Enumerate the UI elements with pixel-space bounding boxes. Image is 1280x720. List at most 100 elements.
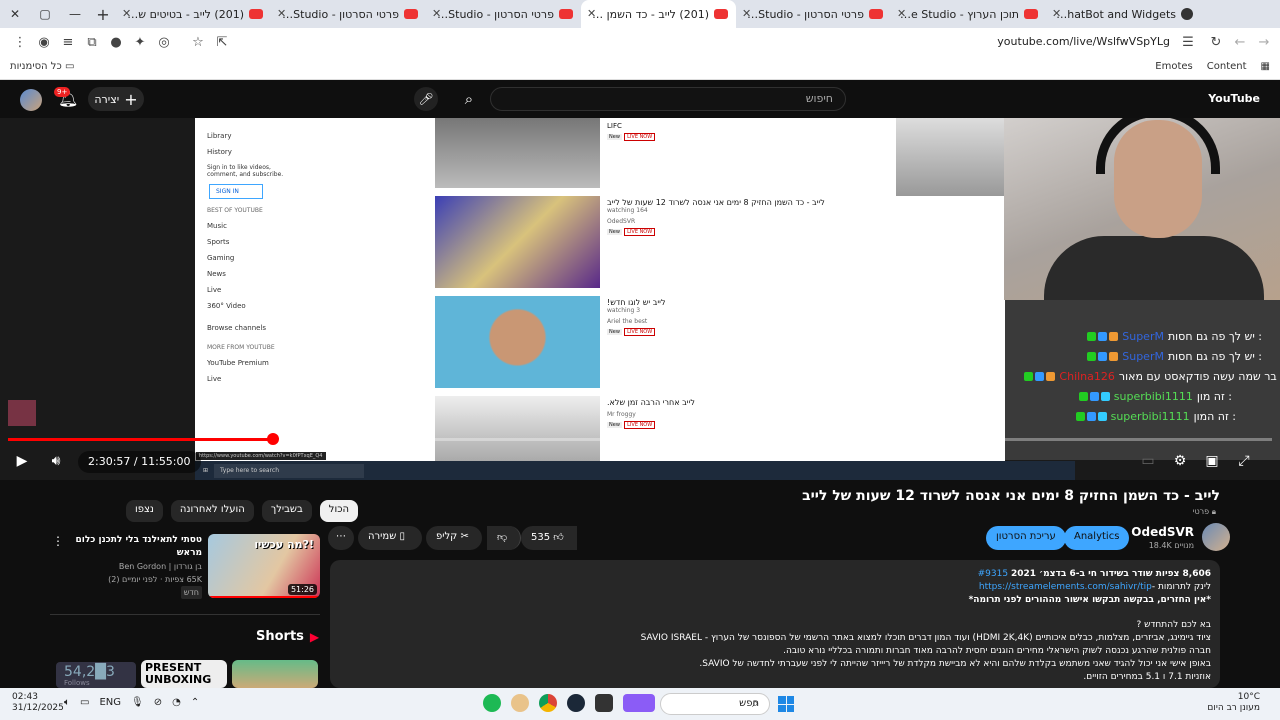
hashtag-link[interactable]: #9315 xyxy=(978,569,1008,579)
app-icon[interactable] xyxy=(511,694,529,712)
search-icon[interactable]: ⌕ xyxy=(455,86,483,112)
progress-bar[interactable] xyxy=(8,433,1272,445)
youtube-logo[interactable]: YouTube xyxy=(1208,92,1260,105)
chip-for-you[interactable]: בשבילך xyxy=(261,500,312,522)
steam-icon[interactable] xyxy=(567,694,585,712)
video-player[interactable]: Library History Sign in to like videos, … xyxy=(0,118,1280,480)
back-icon[interactable]: ← xyxy=(1228,30,1252,54)
extension-icon[interactable]: ✦ xyxy=(128,30,152,54)
suggested-channel[interactable]: בן גורדון | Ben Gordon xyxy=(52,560,202,573)
address-bar: ⋮ ◉ ≡ ⧉ ● ✦ ◎ ☆ ⇱ youtube.com/live/Wslfw… xyxy=(0,28,1280,56)
close-tab-icon[interactable]: ✕ xyxy=(897,7,906,20)
show-hidden-icon[interactable]: ⌃ xyxy=(191,697,199,708)
description-box[interactable]: 8,606 צפיות שודר בשידור חי ב-6 בדצמ׳ 202… xyxy=(330,560,1220,688)
suggested-video[interactable]: מה עכשיו?! 51:26 טסתי לתאילנד בלי לתכנן … xyxy=(50,534,320,599)
channel-name[interactable]: OdedSVR xyxy=(1131,525,1194,539)
extension-icon[interactable]: ◎ xyxy=(152,30,176,54)
bookmark-emotes[interactable]: Emotes xyxy=(1155,61,1192,72)
divider xyxy=(50,614,320,615)
more-actions-button[interactable]: ⋯ xyxy=(328,526,354,550)
like-button[interactable]: 535 👍︎ xyxy=(521,526,577,550)
avatar[interactable] xyxy=(20,89,42,111)
short-item[interactable]: PRESENT UNBOXING xyxy=(141,660,227,688)
close-tab-icon[interactable]: ✕ xyxy=(277,7,286,20)
tab-4[interactable]: ✕ פרטי הסרטון - YouTube Studio xyxy=(426,0,581,28)
chip-watched[interactable]: נצפו xyxy=(126,500,163,522)
apps-grid-icon[interactable]: ▦ xyxy=(1261,61,1270,72)
tab-0[interactable]: ✕ The best ChatBot and Widgets xyxy=(1046,0,1201,28)
extension-icon[interactable]: ● xyxy=(104,30,128,54)
create-button[interactable]: יצירה + xyxy=(88,87,144,111)
stream-signin-text: Sign in to like videos, comment, and sub… xyxy=(207,164,284,178)
suggested-title[interactable]: טסתי לתאילנד בלי לתכנן כלום מראש xyxy=(52,534,202,560)
fullscreen-icon[interactable]: ⤢ xyxy=(1234,451,1254,471)
settings-gear-icon[interactable]: ⚙ xyxy=(1170,451,1190,471)
speaker-icon[interactable]: 🔈︎ xyxy=(64,697,70,708)
play-icon[interactable]: ▶ xyxy=(12,451,32,471)
tab-3-active[interactable]: ✕ (201) לייב - כד השמן החזיק 8 ימ xyxy=(581,0,736,28)
clock[interactable]: 02:43 31/12/2025 xyxy=(12,692,64,714)
language-indicator[interactable]: ENG xyxy=(99,697,121,708)
restore-window-icon[interactable]: ▢ xyxy=(30,0,60,28)
share-icon[interactable]: ⇱ xyxy=(210,30,234,54)
subtitles-icon[interactable]: ▭ xyxy=(1138,451,1158,471)
tune-icon[interactable]: ☰ xyxy=(1176,30,1200,54)
new-tab-button[interactable]: + xyxy=(90,0,116,28)
windows-start-icon[interactable] xyxy=(778,696,794,712)
extensions-icon[interactable]: ⧉ xyxy=(80,30,104,54)
tab-6[interactable]: ✕ (201) לייב - בטיטים של האינדי xyxy=(116,0,271,28)
windows-taskbar: 02:43 31/12/2025 🔈︎ ▭ ENG 🎙︎ ⊘ ◔ ⌃ חפש ⌕ … xyxy=(0,688,1280,720)
youtube-icon xyxy=(249,9,263,19)
volume-icon[interactable]: 🔊︎ xyxy=(46,451,66,471)
close-tab-icon[interactable]: ✕ xyxy=(742,7,751,20)
bookmark-content[interactable]: Content xyxy=(1207,61,1247,72)
app-icon[interactable] xyxy=(623,694,655,712)
search-icon[interactable]: ⌕ xyxy=(752,696,759,711)
network-icon[interactable]: ⊘ xyxy=(154,697,162,708)
edit-video-button[interactable]: עריכת הסרטון xyxy=(986,526,1066,550)
stream-feed-item: לייב אחרי הרבה זמן שלא. Mr froggy LIVE N… xyxy=(607,398,877,429)
theater-mode-icon[interactable]: ▣ xyxy=(1202,451,1222,471)
tab-5[interactable]: ✕ פרטי הסרטון - YouTube Studio xyxy=(271,0,426,28)
tray-app-icon[interactable]: ◔ xyxy=(172,697,181,708)
monitor-icon[interactable]: ▭ xyxy=(80,697,89,708)
profile-icon[interactable]: ◉ xyxy=(32,30,56,54)
stream-signin-button: SIGN IN xyxy=(209,184,263,199)
spotify-icon[interactable] xyxy=(483,694,501,712)
chip-recent[interactable]: הועלו לאחרונה xyxy=(170,500,254,522)
file-explorer-icon[interactable] xyxy=(595,694,613,712)
close-tab-icon[interactable]: ✕ xyxy=(587,7,596,20)
close-tab-icon[interactable]: ✕ xyxy=(432,7,441,20)
chat-badges xyxy=(1075,412,1107,421)
microphone-icon[interactable]: 🎙︎ xyxy=(131,697,144,708)
short-item[interactable] xyxy=(232,660,318,688)
all-bookmarks-button[interactable]: כל הסימניות ▭ xyxy=(10,61,74,72)
save-button[interactable]: שמירה ▯ xyxy=(358,526,422,550)
tab-1[interactable]: ✕ תוכן הערוץ - YouTube Studio xyxy=(891,0,1046,28)
clip-button[interactable]: קליפ ✂ xyxy=(426,526,482,550)
stream-feed-item: לייב - כד השמן החזיק 8 ימים אני אנסה לשר… xyxy=(607,198,877,236)
close-window-icon[interactable]: ✕ xyxy=(0,0,30,28)
reload-icon[interactable]: ↻ xyxy=(1204,30,1228,54)
suggested-thumbnail[interactable]: מה עכשיו?! 51:26 xyxy=(208,534,320,598)
chrome-icon[interactable] xyxy=(539,694,557,712)
close-tab-icon[interactable]: ✕ xyxy=(1052,7,1061,20)
minimize-window-icon[interactable]: — xyxy=(60,0,90,28)
tip-link[interactable]: https://streamelements.com/sahivr/tip xyxy=(979,582,1152,592)
forward-icon[interactable]: → xyxy=(1252,30,1276,54)
bookmark-star-icon[interactable]: ☆ xyxy=(186,30,210,54)
more-vert-icon[interactable]: ⋮ xyxy=(52,534,64,548)
search-input[interactable]: חיפוש xyxy=(490,87,846,111)
chip-all[interactable]: הכול xyxy=(319,500,359,522)
voice-search-icon[interactable]: 🎤︎ xyxy=(414,87,438,111)
dislike-button[interactable]: 👎︎ xyxy=(487,526,521,550)
tab-2[interactable]: ✕ פרטי הסרטון - YouTube Studio xyxy=(736,0,891,28)
weather-widget[interactable]: 10°C מעונן רב היום xyxy=(1207,692,1260,714)
analytics-button[interactable]: Analytics xyxy=(1064,526,1130,550)
chat-username: superbibi1111 xyxy=(1113,390,1193,403)
close-tab-icon[interactable]: ✕ xyxy=(122,7,131,20)
channel-avatar[interactable] xyxy=(1202,523,1230,551)
menu-icon[interactable]: ⋮ xyxy=(8,30,32,54)
url-field[interactable]: youtube.com/live/WslfwVSpYLg xyxy=(997,35,1170,48)
media-icon[interactable]: ≡ xyxy=(56,30,80,54)
